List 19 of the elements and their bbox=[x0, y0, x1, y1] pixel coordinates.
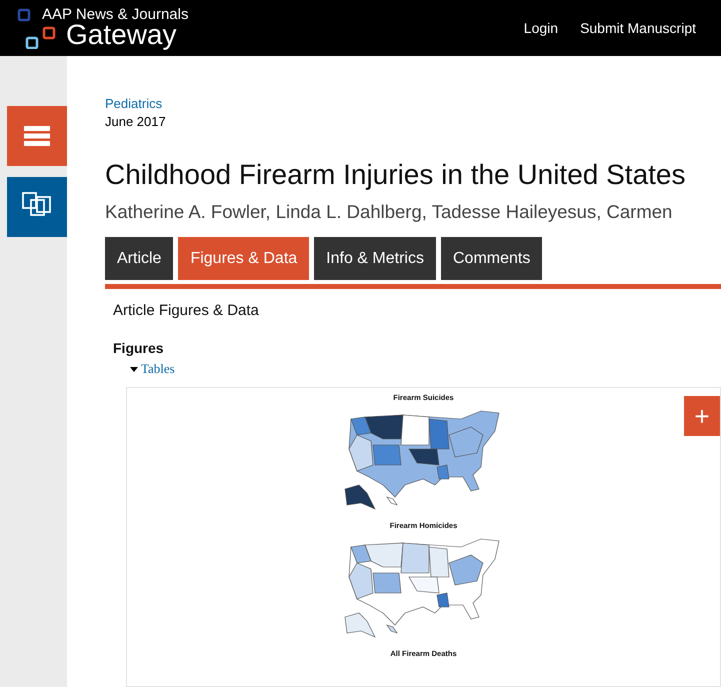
menu-button[interactable] bbox=[7, 106, 67, 166]
nav-link[interactable]: Submit Manuscript bbox=[580, 18, 696, 38]
tab[interactable]: Article bbox=[105, 237, 174, 280]
figures-heading: Figures bbox=[113, 339, 165, 357]
tables-link[interactable]: Tables bbox=[130, 361, 721, 377]
nav-link[interactable]: Login bbox=[524, 18, 558, 38]
author-list: Katherine A. Fowler, Linda L. Dahlberg, Tadesse Haileyesus, Carmen bbox=[105, 200, 721, 224]
tab[interactable]: Comments bbox=[440, 237, 542, 280]
section-title: Article Figures & Data bbox=[113, 302, 260, 320]
article-title: Childhood Firearm Injuries in the United States bbox=[105, 158, 687, 192]
logo-text: AAP News & Journals bbox=[42, 7, 188, 22]
copies-button[interactable] bbox=[7, 177, 67, 237]
tab[interactable]: Figures & Data bbox=[178, 237, 310, 280]
tab[interactable]: Info & Metrics bbox=[314, 237, 436, 280]
issue-date: June 2017 bbox=[105, 113, 167, 131]
journal-link[interactable]: Pediatrics bbox=[105, 95, 721, 113]
menu-icon bbox=[24, 126, 50, 146]
logo-title: Gateway bbox=[66, 21, 176, 49]
expand-button[interactable]: + bbox=[684, 396, 720, 436]
